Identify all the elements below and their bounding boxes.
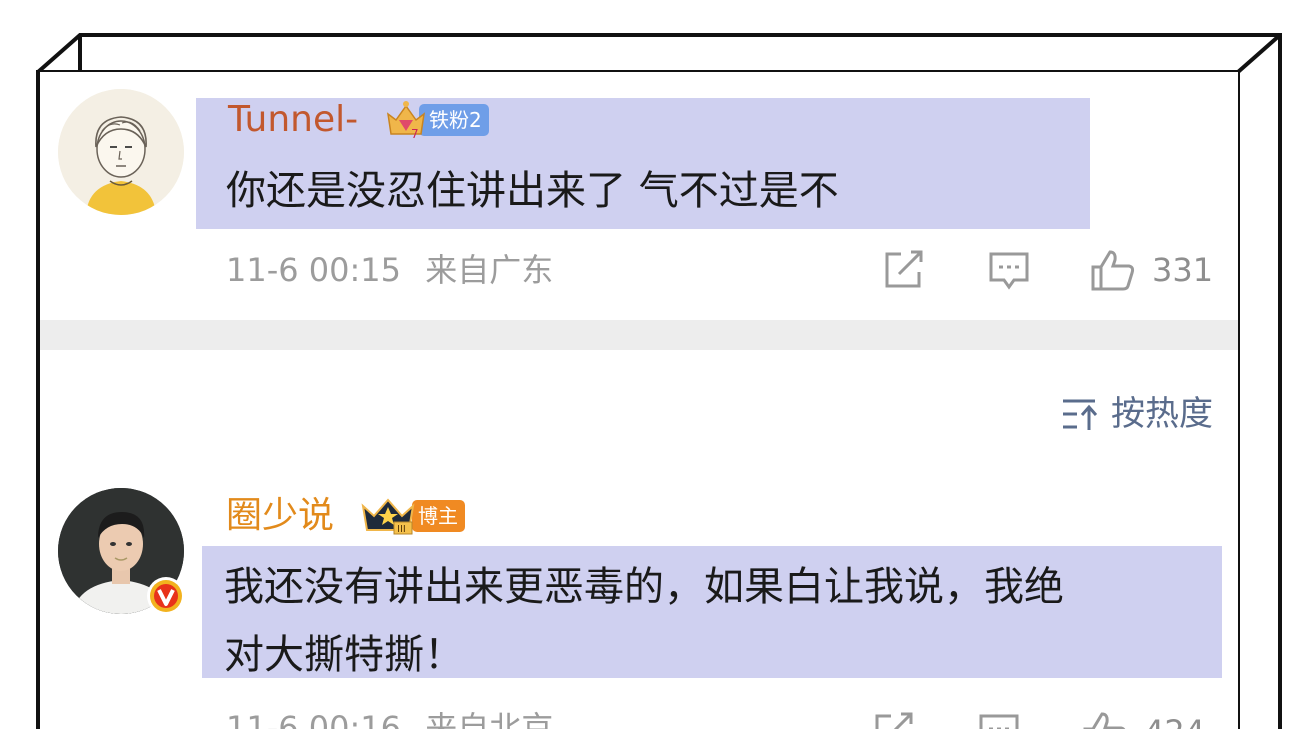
avatar[interactable] — [58, 89, 184, 215]
comment-text-line-2: 对大撕特撕！ — [224, 632, 464, 678]
username[interactable]: Tunnel- — [228, 99, 358, 141]
like-count: 331 — [1152, 251, 1214, 289]
reply-icon[interactable] — [988, 250, 1030, 292]
comment-meta: 11-6 00:15 来自广东 — [226, 250, 553, 290]
svg-text:7: 7 — [411, 127, 419, 140]
crown-gem-icon: 7 — [386, 101, 426, 140]
sort-icon — [1063, 399, 1098, 430]
avatar-illustration — [58, 89, 184, 215]
comment-meta: 11-6 00:16 来自北京 — [226, 708, 553, 729]
reply-icon[interactable] — [978, 712, 1020, 729]
comment-time: 11-6 00:16 — [226, 709, 402, 729]
verified-v-icon — [147, 577, 185, 615]
comment-location: 来自北京 — [425, 709, 554, 729]
thumbs-up-icon — [1091, 250, 1135, 291]
comment-text-line-1: 我还没有讲出来更恶毒的，如果白让我说，我绝 — [224, 564, 1064, 610]
like-count: 424 — [1144, 712, 1205, 729]
fan-badge[interactable]: 7 铁粉2 — [385, 101, 489, 140]
thumbs-up-icon — [1083, 712, 1126, 729]
section-divider — [40, 320, 1238, 350]
blogger-badge-label: 博主 — [412, 500, 465, 532]
sort-label: 按热度 — [1111, 394, 1213, 434]
comment-panel: Tunnel- 7 铁粉2 你还是没忍住讲出来了 气不过是不 11-6 00:1… — [40, 72, 1238, 729]
fan-badge-label: 铁粉2 — [419, 104, 489, 136]
share-icon[interactable] — [873, 712, 915, 729]
sort-toggle[interactable]: 按热度 — [1061, 394, 1213, 434]
comment-text: 你还是没忍住讲出来了 气不过是不 — [226, 168, 839, 214]
crown-star-icon: III — [361, 498, 415, 535]
comment-location: 来自广东 — [425, 251, 554, 289]
share-icon[interactable] — [883, 250, 925, 290]
username[interactable]: 圈少说 — [226, 495, 334, 537]
svg-text:III: III — [397, 524, 406, 535]
like-button[interactable]: 331 — [1090, 248, 1213, 292]
blogger-badge[interactable]: III 博主 — [360, 498, 465, 535]
comment-time: 11-6 00:15 — [226, 251, 402, 289]
like-button[interactable]: 424 — [1082, 710, 1205, 729]
